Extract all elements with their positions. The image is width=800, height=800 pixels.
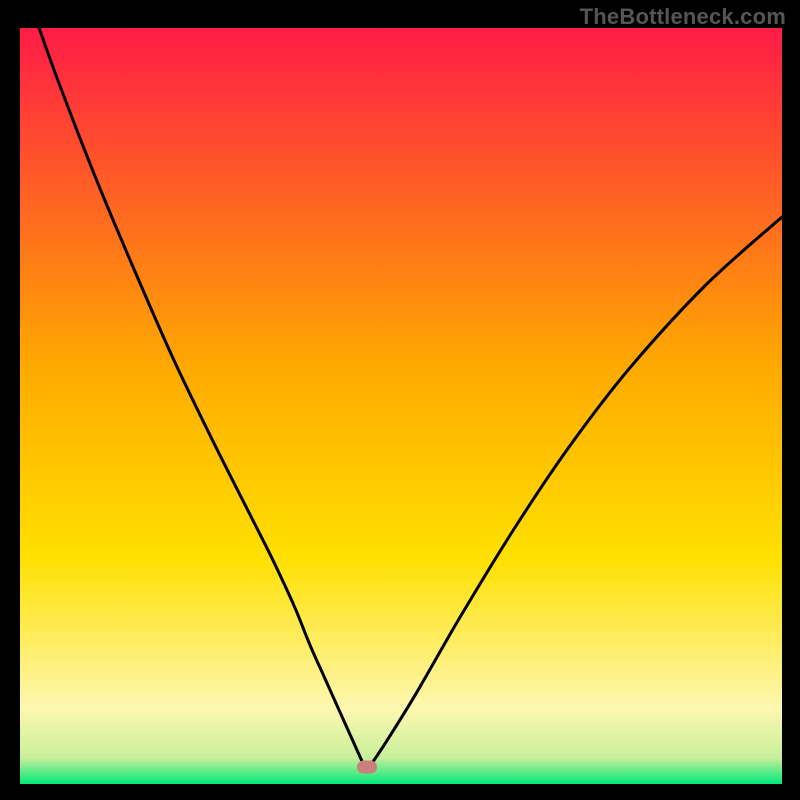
chart-root: TheBottleneck.com bbox=[0, 0, 800, 800]
optimum-marker bbox=[357, 761, 377, 774]
bottleneck-curve bbox=[20, 28, 782, 784]
plot-area bbox=[20, 28, 782, 784]
watermark-text: TheBottleneck.com bbox=[580, 4, 786, 30]
